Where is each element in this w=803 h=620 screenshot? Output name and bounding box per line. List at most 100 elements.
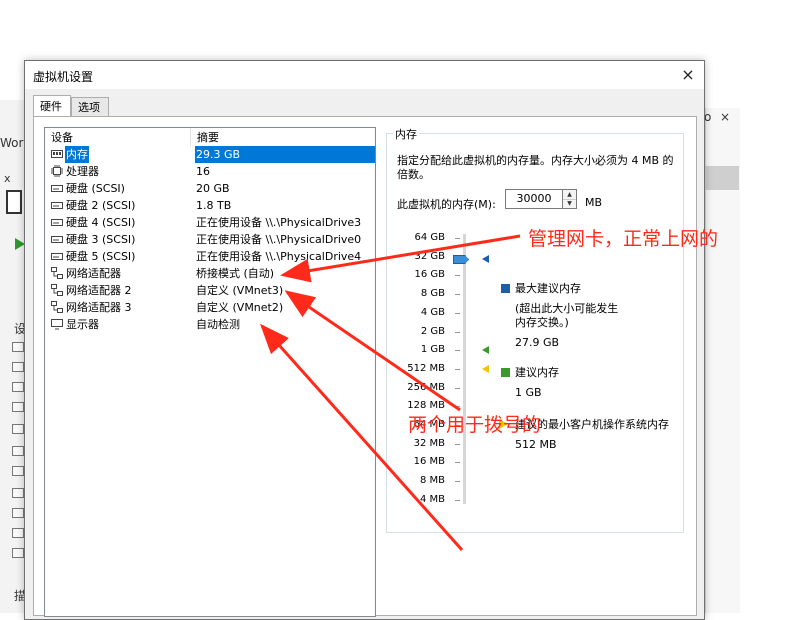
memory-scale-label: 4 MB [419, 493, 445, 505]
vm-settings-dialog: 虚拟机设置 × 硬件 选项 设备 摘要 内存 29.3 GB 处理器 16 硬盘 (SC… [24, 60, 705, 620]
device-summary: 1.8 TB [196, 199, 232, 212]
memory-description: 指定分配给此虚拟机的内存量。内存大小必须为 4 MB 的倍数。 [397, 154, 674, 181]
tab-hardware[interactable]: 硬件 [33, 95, 71, 117]
max-recommended-legend-icon [501, 284, 510, 293]
memory-scale-tick [455, 387, 460, 389]
network-adapter-icon [51, 267, 63, 279]
background-device-icon [12, 342, 24, 352]
hardware-pane: 设备 摘要 内存 29.3 GB 处理器 16 硬盘 (SCSI) 20 GB 硬盘 2 (… [33, 116, 697, 617]
close-button[interactable]: × [678, 65, 698, 85]
display-icon [51, 318, 63, 330]
device-summary: 16 [196, 165, 210, 178]
max-recommended-title: 最大建议内存 [515, 282, 581, 295]
device-name: 内存 [65, 146, 89, 163]
device-summary: 正在使用设备 \\.\PhysicalDrive0 [196, 233, 362, 246]
hard-disk-icon [51, 199, 63, 211]
device-row[interactable]: 硬盘 (SCSI) 20 GB [45, 180, 375, 197]
memory-scale-tick [455, 499, 460, 501]
memory-scale-tick [455, 275, 460, 277]
memory-scale-tick [455, 443, 460, 445]
device-summary: 自定义 (VMnet2) [196, 301, 284, 314]
device-name: 硬盘 3 (SCSI) [66, 233, 136, 246]
device-name: 硬盘 2 (SCSI) [66, 199, 136, 212]
background-device-icon [12, 466, 24, 476]
max-recommended-marker-icon [482, 255, 489, 263]
device-row[interactable]: 网络适配器 2 自定义 (VMnet3) [45, 282, 375, 299]
background-device-icon [12, 488, 24, 498]
title-bar[interactable]: 虚拟机设置 × [25, 61, 704, 89]
device-name: 显示器 [66, 318, 99, 331]
hard-disk-icon [51, 182, 63, 194]
background-box [6, 190, 22, 214]
memory-scale-label: 2 GB [420, 325, 445, 337]
network-adapter-icon [51, 284, 63, 296]
memory-group: 内存 指定分配给此虚拟机的内存量。内存大小必须为 4 MB 的倍数。 此虚拟机的… [386, 126, 684, 533]
minimum-value: 512 MB [515, 438, 557, 451]
device-row[interactable]: 硬盘 2 (SCSI) 1.8 TB [45, 197, 375, 214]
background-close-icon[interactable]: × [720, 110, 730, 124]
device-summary: 正在使用设备 \\.\PhysicalDrive4 [196, 250, 362, 263]
hard-disk-icon [51, 216, 63, 228]
spin-down-icon[interactable]: ▼ [563, 199, 576, 208]
hard-disk-icon [51, 250, 63, 262]
network-adapter-icon [51, 301, 63, 313]
device-summary: 正在使用设备 \\.\PhysicalDrive3 [196, 216, 362, 229]
memory-scale-label: 32 MB [413, 437, 445, 449]
recommended-marker-icon [482, 346, 489, 354]
column-header-summary[interactable]: 摘要 [191, 128, 377, 146]
background-device-icon [12, 402, 24, 412]
memory-scale-label: 512 MB [407, 362, 445, 374]
background-text-x: x [4, 172, 11, 185]
memory-input[interactable]: 30000 [505, 189, 563, 209]
device-summary: 29.3 GB [195, 146, 375, 163]
processor-icon [51, 165, 63, 177]
background-device-icon [12, 548, 24, 558]
device-list[interactable]: 设备 摘要 内存 29.3 GB 处理器 16 硬盘 (SCSI) 20 GB 硬盘 2 (… [44, 127, 376, 617]
memory-scale-label: 8 MB [419, 475, 445, 487]
memory-scale-label: 16 MB [413, 456, 445, 468]
memory-slider-track[interactable] [463, 234, 466, 504]
memory-scale-tick [455, 312, 460, 314]
device-summary: 20 GB [196, 182, 230, 195]
background-device-icon [12, 528, 24, 538]
background-device-icon [12, 446, 24, 456]
device-row[interactable]: 网络适配器 桥接模式 (自动) [45, 265, 375, 282]
background-device-icon [12, 424, 24, 434]
memory-spinner[interactable]: ▲ ▼ [563, 189, 577, 209]
device-name: 硬盘 5 (SCSI) [66, 250, 136, 263]
memory-scale-tick [455, 406, 460, 408]
device-row[interactable]: 硬盘 3 (SCSI) 正在使用设备 \\.\PhysicalDrive0 [45, 231, 375, 248]
max-recommended-value: 27.9 GB [515, 336, 560, 349]
device-row[interactable]: 硬盘 5 (SCSI) 正在使用设备 \\.\PhysicalDrive4 [45, 248, 375, 265]
memory-scale-label: 256 MB [407, 381, 445, 393]
device-name: 硬盘 4 (SCSI) [66, 216, 136, 229]
dialog-title: 虚拟机设置 [33, 70, 94, 84]
device-name: 网络适配器 3 [66, 301, 132, 314]
device-summary: 自定义 (VMnet3) [196, 284, 284, 297]
memory-scale-tick [455, 462, 460, 464]
device-row[interactable]: 网络适配器 3 自定义 (VMnet2) [45, 299, 375, 316]
device-row[interactable]: 处理器 16 [45, 163, 375, 180]
memory-scale-label: 4 GB [420, 306, 445, 318]
background-device-icon [12, 382, 24, 392]
column-header-device[interactable]: 设备 [45, 128, 191, 146]
memory-scale-label: 8 GB [420, 288, 445, 300]
annotation-dialup-nics: 两个用于拨号的 [408, 414, 542, 436]
device-summary: 桥接模式 (自动) [196, 267, 275, 280]
device-name: 网络适配器 2 [66, 284, 132, 297]
recommended-value: 1 GB [515, 386, 542, 399]
tab-options[interactable]: 选项 [71, 97, 109, 117]
list-header: 设备 摘要 [45, 128, 375, 146]
hard-disk-icon [51, 233, 63, 245]
device-name: 网络适配器 [66, 267, 121, 280]
device-row[interactable]: 硬盘 4 (SCSI) 正在使用设备 \\.\PhysicalDrive3 [45, 214, 375, 231]
device-summary: 自动检测 [196, 318, 240, 331]
background-text-right: o [704, 110, 712, 124]
memory-scale-tick [455, 331, 460, 333]
memory-slider-thumb[interactable] [453, 255, 469, 264]
device-name: 硬盘 (SCSI) [66, 182, 125, 195]
device-row[interactable]: 显示器 自动检测 [45, 316, 375, 333]
background-device-icon [12, 508, 24, 518]
device-row[interactable]: 内存 29.3 GB [45, 146, 375, 163]
recommended-legend-icon [501, 368, 510, 377]
